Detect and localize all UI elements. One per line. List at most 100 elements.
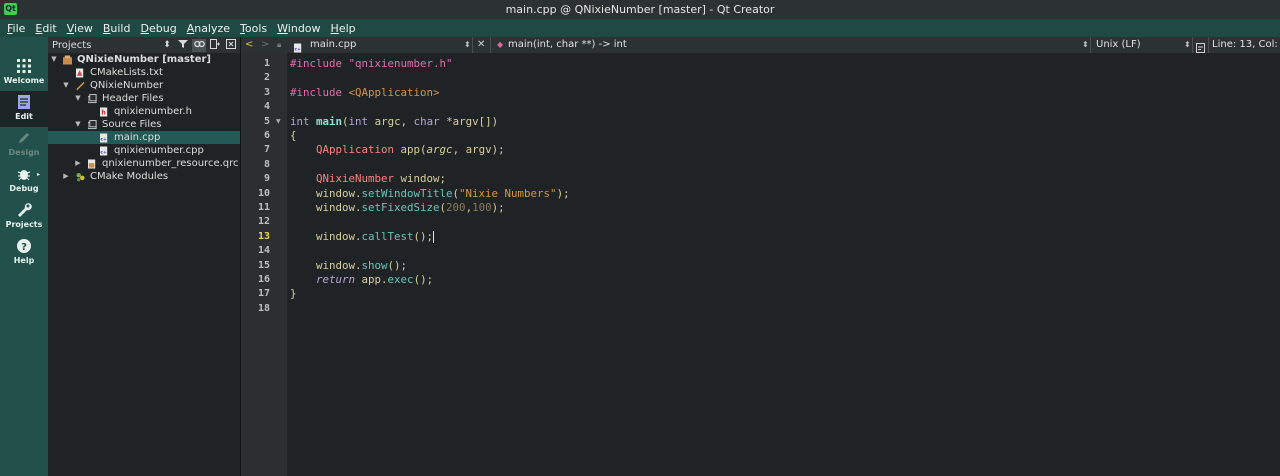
- code-token: );: [556, 186, 570, 200]
- symbol-dropdown-icon[interactable]: ⬍: [1082, 37, 1089, 53]
- forward-arrow-icon[interactable]: >: [261, 37, 269, 53]
- code-line: int main(int argc, char *argv[]): [290, 115, 498, 129]
- close-pane-icon[interactable]: [224, 38, 238, 52]
- fold-marker-icon[interactable]: ▼: [276, 118, 281, 125]
- code-token: 200: [446, 201, 466, 214]
- menu-tools[interactable]: Tools: [237, 22, 270, 35]
- split-icon[interactable]: [208, 38, 222, 52]
- tree-item-qnixienumber[interactable]: ▼ QNixieNumber: [48, 79, 240, 92]
- filter-icon[interactable]: [176, 39, 190, 52]
- code-line: QNixieNumber window;: [290, 172, 446, 186]
- tree-item-project[interactable]: ▼ QNixieNumber [master]: [48, 53, 240, 66]
- function-symbol-icon: ◆: [497, 40, 504, 49]
- link-icon[interactable]: [192, 38, 206, 52]
- code-token: window.: [290, 201, 362, 214]
- line-number: 15: [257, 259, 270, 271]
- menu-debug[interactable]: Debug: [137, 22, 179, 35]
- expanded-arrow-icon[interactable]: ▼: [62, 79, 70, 92]
- modules-icon: [76, 172, 85, 182]
- title-bar: Qt main.cpp @ QNixieNumber [master] - Qt…: [0, 0, 1280, 19]
- code-token: window.: [290, 186, 362, 200]
- cursor-position[interactable]: Line: 13, Col: 2: [1212, 37, 1280, 53]
- code-token: argc: [426, 143, 453, 157]
- expanded-arrow-icon[interactable]: ▼: [74, 92, 82, 105]
- code-token: int: [290, 114, 317, 128]
- symbol-selector[interactable]: main(int, char **) -> int: [508, 37, 627, 53]
- line-number: 8: [263, 158, 270, 170]
- navigator-title: Projects: [52, 39, 92, 51]
- toolbar-divider: [1090, 37, 1091, 53]
- tree-item-cmake-modules[interactable]: ▶ CMake Modules: [48, 170, 240, 183]
- mode-help[interactable]: ? Help: [0, 235, 48, 271]
- mode-welcome[interactable]: Welcome: [0, 55, 48, 91]
- line-number: 18: [257, 302, 270, 314]
- cpp-file-icon: c+: [100, 146, 108, 156]
- mode-debug[interactable]: Debug ▸: [0, 163, 48, 199]
- tree-item-qnixienumber-h[interactable]: h qnixienumber.h: [48, 105, 240, 118]
- line-ending-selector[interactable]: Unix (LF): [1096, 37, 1141, 53]
- code-token: ();: [413, 229, 434, 243]
- mode-design[interactable]: Design: [0, 127, 48, 163]
- code-line: window.show();: [290, 259, 407, 273]
- tree-item-source-files[interactable]: ▼ Source Files: [48, 118, 240, 131]
- code-token: show: [361, 258, 388, 272]
- menu-view[interactable]: View: [64, 22, 96, 35]
- menu-edit[interactable]: Edit: [32, 22, 59, 35]
- code-editor[interactable]: #include "qnixienumber.h" #include <QAppl…: [287, 53, 1280, 476]
- mode-edit-label: Edit: [15, 112, 33, 121]
- code-token: int: [348, 114, 375, 128]
- menu-help[interactable]: Help: [328, 22, 359, 35]
- header-file-icon: h: [100, 107, 108, 117]
- menu-build[interactable]: Build: [100, 22, 134, 35]
- code-token: 100: [472, 201, 492, 214]
- code-token: argc,: [374, 114, 414, 128]
- open-document-selector[interactable]: main.cpp: [310, 37, 356, 53]
- code-token: exec: [387, 273, 414, 286]
- line-number-gutter[interactable]: 1 2 3 4 5 6 7 8 9 10 11 12 13 14 15 16 17 18 ▼: [241, 53, 287, 476]
- mode-projects[interactable]: Projects: [0, 199, 48, 235]
- lock-icon: 🔒︎: [277, 40, 282, 49]
- code-token: ();: [387, 258, 408, 272]
- bug-icon: [17, 170, 31, 181]
- expanded-arrow-icon[interactable]: ▼: [74, 118, 82, 131]
- back-arrow-icon[interactable]: <: [245, 37, 253, 53]
- code-token: ();: [413, 273, 434, 286]
- code-token: }: [290, 287, 297, 301]
- code-token: #include: [290, 85, 349, 99]
- tree-item-resource-qrc[interactable]: ▶ qnixienumber_resource.qrc: [48, 157, 240, 170]
- code-token: "qnixienumber.h": [348, 57, 453, 70]
- code-line: window.callTest();: [290, 229, 435, 244]
- collapsed-arrow-icon[interactable]: ▶: [62, 170, 70, 183]
- mode-help-label: Help: [13, 256, 35, 265]
- collapsed-arrow-icon[interactable]: ▶: [74, 157, 82, 170]
- code-token: app.: [355, 273, 388, 286]
- code-token: QApplication: [316, 143, 395, 157]
- toolbar-divider: [1208, 37, 1209, 53]
- tree-item-header-files[interactable]: ▼ Header Files: [48, 92, 240, 105]
- code-token: callTest: [361, 229, 414, 243]
- toolbar-divider: [490, 37, 491, 53]
- tree-item-cmakelists[interactable]: CMakeLists.txt: [48, 66, 240, 79]
- close-document-icon[interactable]: ✕: [477, 37, 485, 53]
- line-ending-dropdown-icon[interactable]: ⬍: [1184, 37, 1191, 53]
- code-line: #include "qnixienumber.h": [290, 57, 453, 71]
- menu-window[interactable]: Window: [274, 22, 323, 35]
- menu-file[interactable]: File: [4, 22, 28, 35]
- mode-edit[interactable]: Edit: [0, 91, 48, 127]
- document-dropdown-icon[interactable]: ⬍: [464, 37, 471, 53]
- code-token: #include: [290, 57, 349, 70]
- code-token: <QApplication>: [348, 85, 440, 99]
- tree-item-main-cpp[interactable]: c+ main.cpp: [48, 131, 240, 144]
- text-cursor: [433, 230, 435, 243]
- expanded-arrow-icon[interactable]: ▼: [50, 53, 58, 66]
- navigator-select-icon[interactable]: ⬍: [160, 39, 174, 52]
- menu-analyze[interactable]: Analyze: [184, 22, 233, 35]
- code-line: return app.exec();: [290, 273, 433, 287]
- line-number: 7: [263, 144, 270, 156]
- code-line: {: [290, 129, 297, 143]
- tree-item-qnixienumber-cpp[interactable]: c+ qnixienumber.cpp: [48, 144, 240, 157]
- code-token: return: [316, 273, 356, 286]
